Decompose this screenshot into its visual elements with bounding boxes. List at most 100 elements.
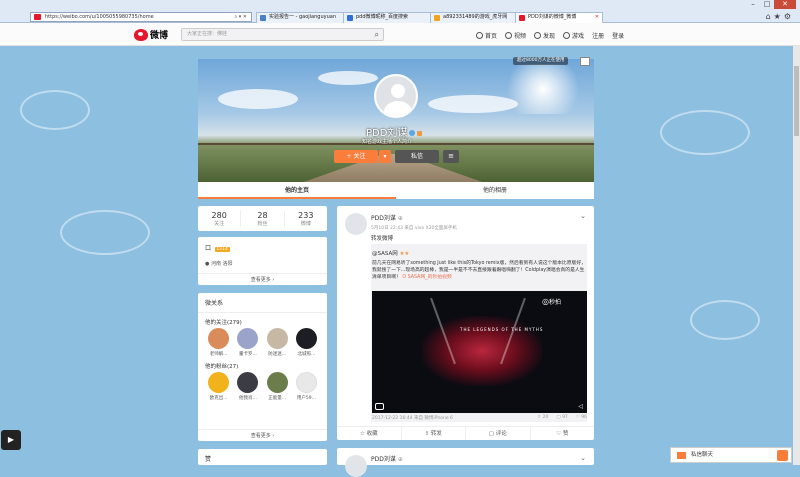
feed-username[interactable]: PDD刘谋 ⊕ [371,213,586,222]
tab-album[interactable]: 他的相册 [396,182,594,199]
profile-name: PDD刘谋 [366,124,423,139]
info-more-link[interactable]: 查看更多 › [198,273,327,285]
comment-button[interactable]: ▢ 评论 [466,427,531,440]
chevron-down-icon[interactable]: ⌄ [580,454,586,462]
scrollbar-thumb[interactable] [794,66,799,136]
tab-favicon [347,15,353,21]
avatar[interactable] [374,74,418,118]
tab-report[interactable]: 实验报告一 - gaojianguyuan [256,12,344,23]
tab-baidu[interactable]: pdd微博昵称_百度搜索 [343,12,431,23]
level-badge[interactable]: Lv14 [215,247,230,252]
miaopai-logo-icon: ◎秒拍 [542,297,561,306]
rt-actions: ⇧ 20 ▢ 97 ♡ 96 [529,415,587,420]
template-icon[interactable] [580,57,590,66]
stat-fans[interactable]: 28 粉丝 [241,210,285,227]
fan-item[interactable]: 欧克出... [204,372,233,401]
level-row: 口 Lv14 [205,245,230,252]
volume-icon[interactable]: ◁ [578,403,583,410]
relations-more-link[interactable]: 查看更多 › [198,429,327,441]
play-control-icon[interactable] [375,403,384,410]
following-title[interactable]: 他的关注(279) [198,313,327,328]
tab-label: 实验报告一 - gaojianguyuan [269,14,336,20]
fan-item[interactable]: 他我肖... [233,372,262,401]
fans-title[interactable]: 他的粉丝(27) [198,357,327,372]
tab-home[interactable]: 他的主页 [198,182,396,199]
following-item[interactable]: 老师解... [204,328,233,357]
rt-share[interactable]: ⇧ 20 [537,415,548,420]
avatar[interactable] [345,455,367,477]
nav-login[interactable]: 登录 [612,31,624,40]
tab-huya[interactable]: a892331489的游戏_虎牙网 [430,12,516,23]
follow-dropdown-icon[interactable]: ▾ [379,150,391,163]
nav-video[interactable]: 视频 [505,31,526,40]
weibo-logo[interactable]: 微博 [134,27,168,42]
rt-comment[interactable]: ▢ 97 [556,415,567,420]
gender-icon [417,131,423,136]
logo-text: 微博 [150,31,169,41]
address-controls-icon[interactable]: ⌕ ▾ ✕ [234,13,247,21]
avatar [266,328,288,349]
feed-username-text: PDD刘谋 [371,215,396,222]
verified-icon [409,130,416,136]
feed-username[interactable]: PDD刘谋 ⊕ [371,454,586,463]
stat-posts[interactable]: 233 微博 [285,211,327,227]
location-text: 河南 洛阳 [210,261,233,267]
nav-games-label: 游戏 [572,33,585,40]
cover-cloud [218,89,298,109]
tab-close-icon[interactable]: ✕ [595,13,599,22]
feed-username-text: PDD刘谋 [371,456,396,463]
search-input[interactable]: 大家正在搜：佛娃 ⌕ [181,28,384,41]
following-item[interactable]: 北城照... [292,328,321,357]
nav-games[interactable]: 游戏 [563,31,584,40]
stat-label: 粉丝 [257,220,268,227]
rt-video-link[interactable]: O SASA网_的秒拍视频 [402,275,451,280]
fan-item[interactable]: 正能量... [263,372,292,401]
rt-text: 前几天在网易听了something Just like this的Tokyo r… [371,257,587,281]
chat-widget[interactable]: 私信聊天 [670,447,792,463]
online-badge: 超过8000万人正在使用 [513,57,569,65]
avatar [295,372,317,393]
follow-button[interactable]: + 关注 [334,150,378,163]
discover-icon [534,32,542,39]
close-window-icon[interactable]: ✕ [774,0,796,9]
play-icon[interactable]: ▶ [1,430,21,450]
person-name: 防迷迷... [268,352,287,357]
video-player[interactable]: THE LEGENDS OF THE MYTHS ◎秒拍 ◁ [372,291,587,413]
rt-time: 2017-12-22 16:44 来自 微博iPhone 6 [372,416,453,421]
nav-home[interactable]: 首页 [476,31,497,40]
person-name: 欧克出... [209,396,228,401]
person-name: 他我肖... [238,396,257,401]
search-icon[interactable]: ⌕ [375,30,379,39]
person-name: 老师解... [209,352,228,357]
message-button[interactable]: 私信 [395,150,439,163]
minimize-icon[interactable]: – [746,0,760,9]
chat-icon[interactable] [777,450,788,461]
avatar[interactable] [345,213,367,235]
fans-list: 欧克出... 他我肖... 正能量... 用户59... [198,372,327,401]
rt-footer: 2017-12-22 16:44 来自 微博iPhone 6 ⇧ 20 ▢ 97… [372,415,587,421]
cover-cloud [428,95,518,113]
scrollbar[interactable] [793,46,800,465]
stat-label: 微博 [300,220,311,227]
ie-toolbar-icons[interactable]: ⌂★⚙ [766,12,794,21]
maximize-icon[interactable]: □ [760,0,774,9]
stat-following[interactable]: 280 关注 [198,210,242,227]
rt-comment-count: 97 [562,415,568,420]
more-menu-icon[interactable]: ≡ [443,150,459,163]
following-item[interactable]: 防迷迷... [263,328,292,357]
address-bar[interactable]: https://weibo.com/u/1005055980735/home ⌕… [30,12,252,22]
avatar-body [384,101,412,116]
fan-item[interactable]: 用户59... [292,372,321,401]
like-button[interactable]: ♡ 赞 [531,427,595,440]
collect-button[interactable]: ☆ 收藏 [337,427,402,440]
repost-button[interactable]: ⇧ 转发 [402,427,466,440]
chevron-down-icon[interactable]: ⌄ [580,212,586,220]
rt-like[interactable]: ♡ 96 [576,415,587,420]
tab-weibo[interactable]: PDD刘谋的微博_微博 ✕ [515,12,603,23]
nav-register[interactable]: 注册 [592,31,604,40]
nav-home-label: 首页 [485,33,498,40]
following-item[interactable]: 董卡罗... [233,328,262,357]
rt-username[interactable]: @SASA网 ★★ [371,244,587,257]
nav-discover[interactable]: 发现 [534,31,555,40]
likes-title: 赞 [205,456,212,463]
